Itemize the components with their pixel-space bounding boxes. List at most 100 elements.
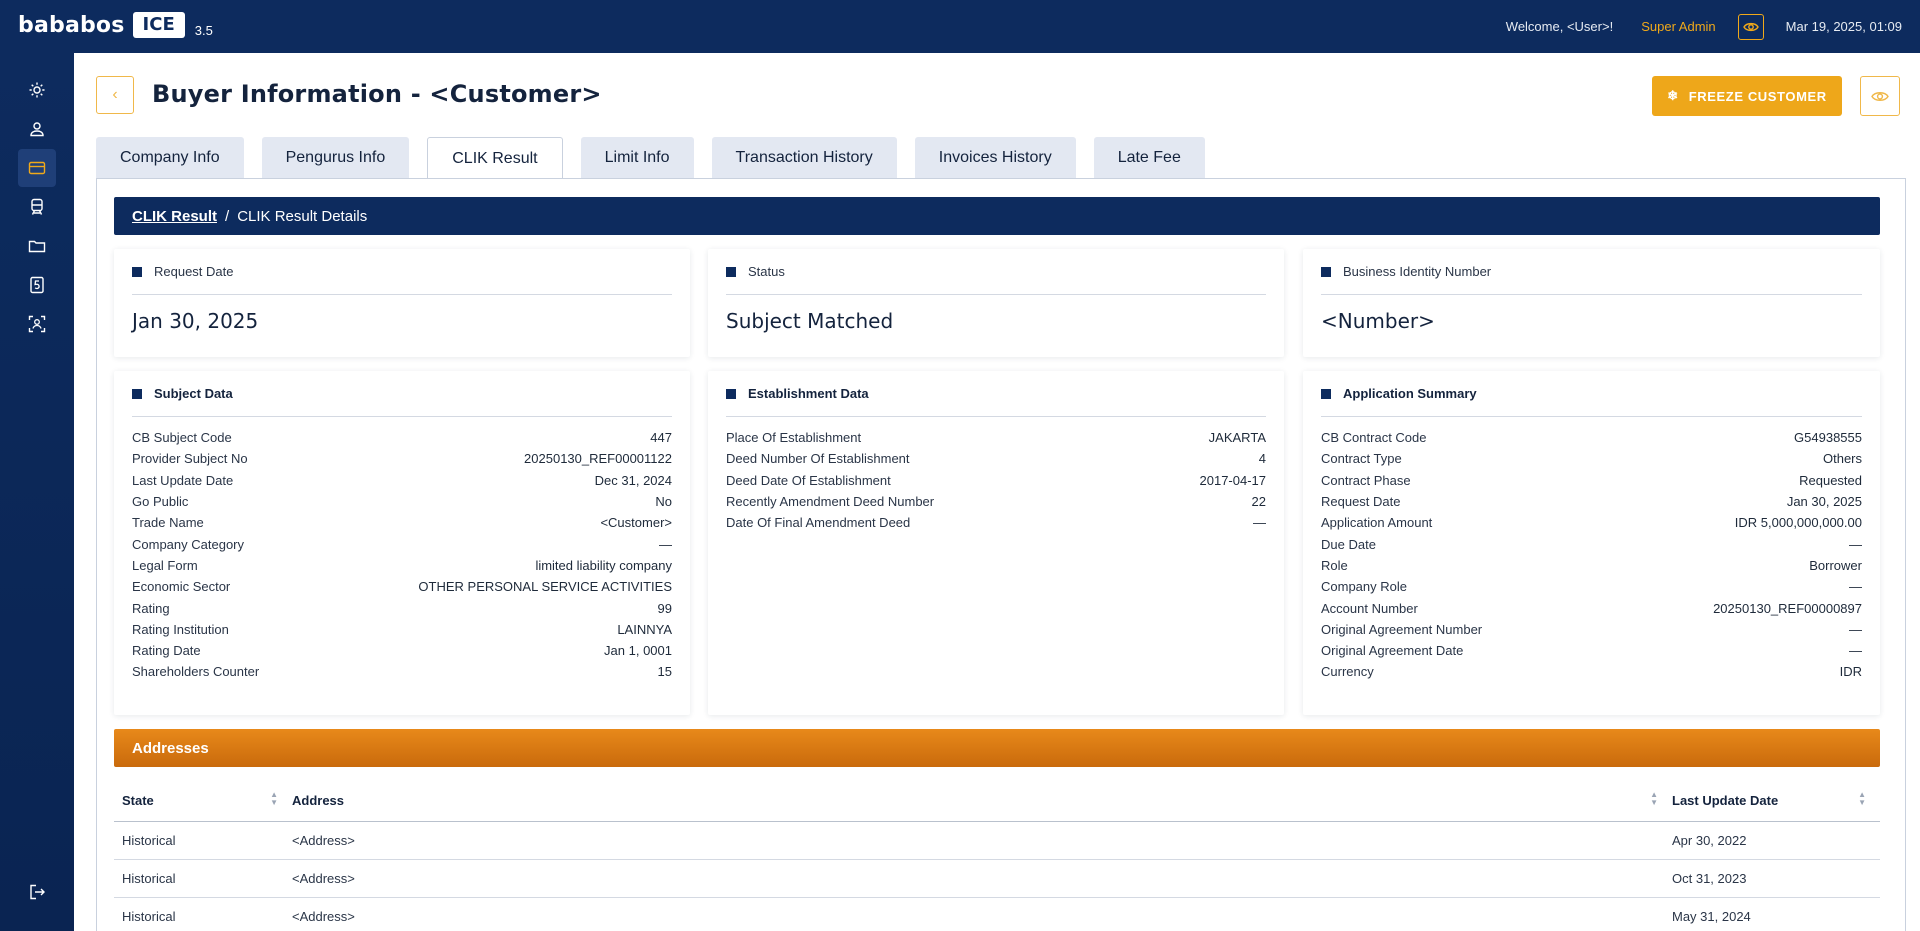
field-value: — xyxy=(1849,621,1862,637)
breadcrumb-link-clik-result[interactable]: CLIK Result xyxy=(132,208,217,225)
field-label: Shareholders Counter xyxy=(132,664,260,680)
field-value: 20250130_REF00000897 xyxy=(1713,600,1862,616)
application-summary-card: Application Summary CB Contract Code G549… xyxy=(1303,371,1880,715)
request-date-value: Jan 30, 2025 xyxy=(132,309,259,333)
cell-state: Historical xyxy=(122,871,176,886)
field-label: Date Of Final Amendment Deed xyxy=(726,515,911,531)
field-value: Jan 30, 2025 xyxy=(1786,494,1862,510)
column-header-address[interactable]: Address ▲ ▼ xyxy=(292,791,1672,809)
business-identity-card: Business Identity Number <Number> xyxy=(1303,249,1880,357)
app-version: 3.5 xyxy=(194,22,213,38)
field-value: 20250130_REF00001122 xyxy=(524,451,672,467)
field-label: Rating xyxy=(132,600,170,616)
field-value: Borrower xyxy=(1809,557,1862,573)
field-label: Recently Amendment Deed Number xyxy=(726,494,935,510)
logo-text: bababos xyxy=(18,12,125,38)
field-value: 99 xyxy=(657,600,672,616)
page-title: Buyer Information - <Customer> xyxy=(152,80,602,108)
sidebar-item-users[interactable] xyxy=(18,110,56,148)
tab-pengurus-info[interactable]: Pengurus Info xyxy=(261,137,410,179)
tab-clik-result[interactable]: CLIK Result xyxy=(427,137,563,179)
back-button[interactable]: ‹ xyxy=(96,76,134,114)
field-label: Due Date xyxy=(1321,536,1376,552)
subject-data-title: Subject Data xyxy=(154,386,233,401)
field-label: Company Category xyxy=(132,536,244,552)
column-label: State xyxy=(122,793,154,808)
field-value: IDR xyxy=(1839,664,1862,680)
list-item: Company Role — xyxy=(1321,576,1862,597)
establishment-data-title: Establishment Data xyxy=(748,386,869,401)
column-header-state[interactable]: State ▲ ▼ xyxy=(114,791,292,809)
sidebar-item-credit[interactable] xyxy=(18,149,56,187)
field-value: Others xyxy=(1822,451,1862,467)
sidebar-item-transport[interactable] xyxy=(18,188,56,226)
breadcrumb-current: CLIK Result Details xyxy=(237,207,368,225)
five-icon xyxy=(30,276,44,294)
status-label: Status xyxy=(748,264,785,279)
field-value: — xyxy=(1849,536,1862,552)
view-button[interactable] xyxy=(1860,76,1900,116)
field-value: 4 xyxy=(1258,451,1266,467)
list-item: CB Contract Code G54938555 xyxy=(1321,427,1862,448)
logo-badge: ICE xyxy=(132,12,185,38)
sidebar-item-five[interactable] xyxy=(18,266,56,304)
card-icon xyxy=(28,161,46,175)
user-icon xyxy=(30,122,44,137)
field-label: Original Agreement Date xyxy=(1321,643,1464,659)
list-item: Due Date — xyxy=(1321,533,1862,554)
list-item: Recently Amendment Deed Number 22 xyxy=(726,491,1266,512)
sidebar xyxy=(0,53,74,931)
sort-icon: ▲ ▼ xyxy=(1858,790,1866,807)
field-value: — xyxy=(1849,579,1862,595)
field-label: Legal Form xyxy=(132,557,198,573)
request-date-card: Request Date Jan 30, 2025 xyxy=(114,249,690,357)
field-value: Requested xyxy=(1799,472,1862,488)
field-label: Original Agreement Number xyxy=(1321,621,1483,637)
tab-limit-info[interactable]: Limit Info xyxy=(580,137,694,179)
sidebar-item-documents[interactable] xyxy=(18,227,56,265)
card-header: Business Identity Number xyxy=(1321,249,1862,295)
square-bullet-icon xyxy=(1321,266,1331,277)
list-item: Place Of Establishment JAKARTA xyxy=(726,427,1266,448)
sidebar-item-settings[interactable] xyxy=(18,71,56,109)
field-value: limited liability company xyxy=(535,557,672,573)
chevron-left-icon: ‹ xyxy=(112,86,118,103)
field-value: 447 xyxy=(650,430,672,446)
list-item: Original Agreement Number — xyxy=(1321,619,1862,640)
field-value: OTHER PERSONAL SERVICE ACTIVITIES xyxy=(418,579,672,595)
card-header: Establishment Data xyxy=(726,371,1266,417)
tab-bar: Company Info Pengurus Info CLIK Result L… xyxy=(96,137,1223,179)
sidebar-item-logout[interactable] xyxy=(18,873,56,911)
view-mode-button[interactable] xyxy=(1737,13,1764,40)
bin-value: <Number> xyxy=(1321,309,1435,333)
field-label: Trade Name xyxy=(132,515,204,531)
breadcrumb-separator: / xyxy=(225,207,230,225)
tab-invoices-history[interactable]: Invoices History xyxy=(914,137,1076,179)
field-value: — xyxy=(1849,643,1862,659)
freeze-customer-button[interactable]: ❄ FREEZE CUSTOMER xyxy=(1652,76,1842,116)
subject-data-list: CB Subject Code 447 Provider Subject No 20… xyxy=(132,417,672,683)
snowflake-icon: ❄ xyxy=(1667,88,1679,103)
app-logo[interactable]: bababos ICE 3.5 xyxy=(18,12,213,38)
field-label: CB Contract Code xyxy=(1321,430,1427,446)
tab-company-info[interactable]: Company Info xyxy=(96,137,244,179)
list-item: Contract Phase Requested xyxy=(1321,470,1862,491)
cell-address: <Address> xyxy=(292,909,355,924)
tab-transaction-history[interactable]: Transaction History xyxy=(711,137,897,179)
field-value: G54938555 xyxy=(1794,430,1862,446)
folder-icon xyxy=(28,240,46,253)
list-item: Shareholders Counter 15 xyxy=(132,661,672,682)
cell-last-update-date: Oct 31, 2023 xyxy=(1672,871,1747,886)
field-label: Place Of Establishment xyxy=(726,430,862,446)
field-label: Account Number xyxy=(1321,600,1418,616)
eye-icon xyxy=(1742,22,1759,31)
list-item: Rating 99 xyxy=(132,597,672,618)
field-label: Go Public xyxy=(132,494,189,510)
list-item: Go Public No xyxy=(132,491,672,512)
tab-late-fee[interactable]: Late Fee xyxy=(1093,137,1205,179)
field-value: Dec 31, 2024 xyxy=(594,472,672,488)
column-header-last-update-date[interactable]: Last Update Date ▲ ▼ xyxy=(1672,790,1880,809)
main-content: ‹ Buyer Information - <Customer> ❄ FREEZ… xyxy=(74,53,1920,931)
sidebar-item-scan[interactable] xyxy=(18,305,56,343)
list-item: Account Number 20250130_REF00000897 xyxy=(1321,597,1862,618)
